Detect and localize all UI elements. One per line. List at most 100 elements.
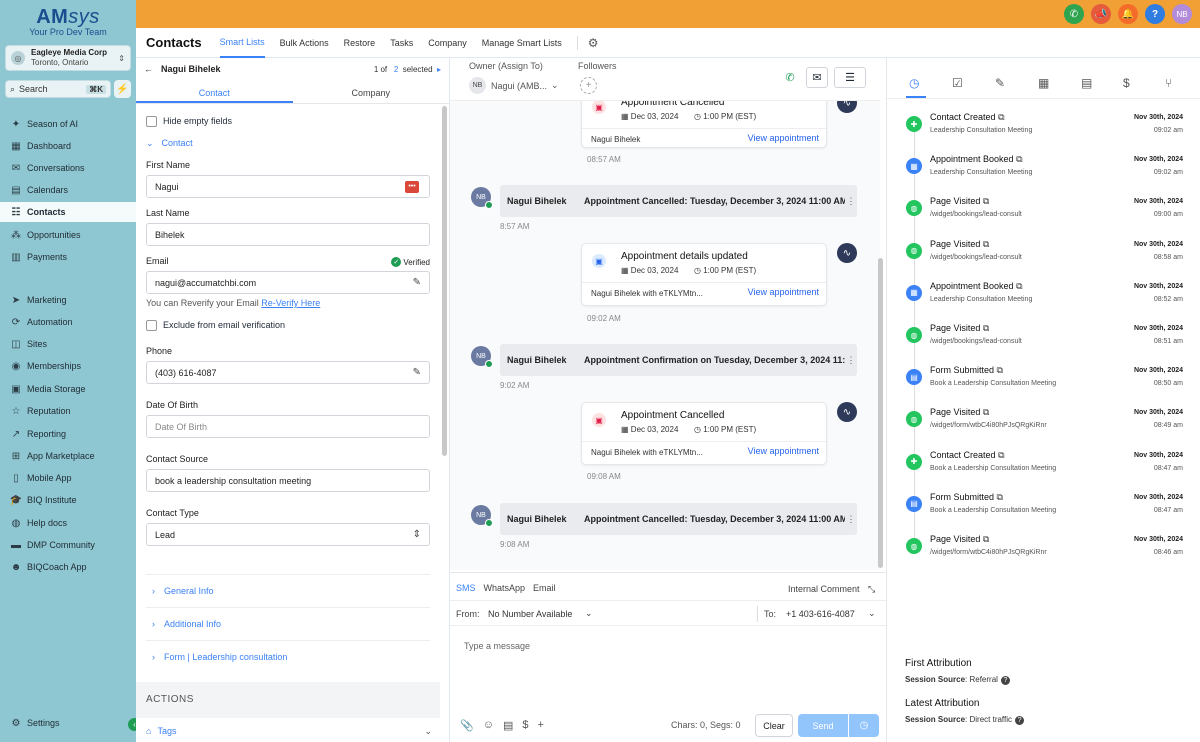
sidebar-item-conversations[interactable]: ✉ Conversations — [0, 158, 136, 178]
from-select[interactable]: No Number Available — [488, 609, 572, 619]
sidebar-item-media-storage[interactable]: ▣ Media Storage — [0, 379, 136, 399]
hide-empty-toggle[interactable]: Hide empty fields — [146, 114, 430, 128]
activity-event[interactable]: ◍ Page Visited ⧉ /widget/form/wtbC4i80hPJs… — [887, 405, 1200, 445]
pencil-icon[interactable]: ✎ — [413, 367, 421, 378]
emoji-icon[interactable]: ☺ — [483, 719, 494, 732]
phone-field[interactable]: (403) 616-4087 ✎ — [146, 361, 430, 384]
section-contact[interactable]: ⌄ Contact — [146, 136, 430, 150]
message-bubble[interactable]: Nagui Bihelek Appointment Cancelled: Tue… — [500, 503, 857, 535]
sidebar-item-payments[interactable]: ▥ Payments — [0, 247, 136, 267]
scrollbar[interactable] — [878, 258, 883, 568]
plus-icon[interactable]: + — [537, 719, 543, 732]
back-arrow-icon[interactable]: ← — [144, 64, 153, 74]
checkbox[interactable] — [146, 115, 157, 127]
view-appointment-link[interactable]: View appointment — [748, 446, 819, 456]
notes-pen-icon[interactable]: ✎ — [995, 76, 1005, 90]
activity-event[interactable]: ▦ Appointment Booked ⧉ Leadership Consulta… — [887, 279, 1200, 319]
autofill-icon[interactable]: ••• — [405, 181, 419, 193]
tab-sms[interactable]: SMS — [456, 583, 476, 593]
user-avatar[interactable]: NB — [1172, 4, 1192, 24]
first-name-field[interactable]: Nagui ••• — [146, 175, 430, 198]
message-bubble[interactable]: Nagui Bihelek Appointment Cancelled: Tue… — [500, 185, 857, 217]
scrollbar[interactable] — [442, 106, 447, 456]
message-input[interactable]: Type a message — [464, 641, 530, 651]
document-icon[interactable]: ▤ — [1081, 76, 1092, 90]
call-icon[interactable]: ✆ — [783, 67, 797, 88]
dob-field[interactable]: Date Of Birth — [146, 415, 430, 438]
section-general-info[interactable]: › General Info — [146, 574, 430, 607]
contact-source-field[interactable]: book a leadership consultation meeting — [146, 469, 430, 492]
sidebar-item-opportunities[interactable]: ⁂ Opportunities — [0, 225, 136, 245]
tab-whatsapp[interactable]: WhatsApp — [484, 583, 526, 593]
task-check-icon[interactable]: ☑ — [952, 76, 963, 90]
mail-icon[interactable]: ✉ — [806, 67, 828, 88]
activity-event[interactable]: ✚ Contact Created ⧉ Leadership Consultatio… — [887, 110, 1200, 150]
activity-event[interactable]: ◍ Page Visited ⧉ /widget/bookings/lead-con… — [887, 237, 1200, 277]
attachment-icon[interactable]: 📎 — [460, 719, 474, 732]
activity-event[interactable]: ✚ Contact Created ⧉ Book a Leadership Cons… — [887, 448, 1200, 488]
bell-icon[interactable]: 🔔 — [1118, 4, 1138, 24]
tab-company-detail[interactable]: Company — [293, 80, 450, 103]
settings-gear-icon[interactable]: ⚙ — [576, 35, 599, 50]
sidebar-item-biq-institute[interactable]: 🎓 BIQ Institute — [0, 490, 136, 510]
sidebar-item-help-docs[interactable]: ◍ Help docs — [0, 513, 136, 533]
internal-comment-tab[interactable]: Internal Comment — [788, 584, 860, 594]
tab-tasks[interactable]: Tasks — [390, 28, 413, 58]
view-appointment-link[interactable]: View appointment — [748, 133, 819, 143]
filter-icon[interactable]: ☰ — [834, 67, 866, 88]
exclude-verification-toggle[interactable]: Exclude from email verification — [146, 318, 430, 332]
account-switcher[interactable]: ◎ Eagleye Media Corp Toronto, Ontario ⇕ — [5, 45, 131, 71]
tags-section[interactable]: ⌂ Tags ⌄ — [146, 726, 432, 737]
help-icon[interactable]: ? — [1145, 4, 1165, 24]
tab-manage-smart-lists[interactable]: Manage Smart Lists — [482, 28, 562, 58]
activity-event[interactable]: ◍ Page Visited ⧉ /widget/bookings/lead-con… — [887, 194, 1200, 234]
quick-action-icon[interactable]: ⚡ — [114, 80, 131, 98]
template-icon[interactable]: ▤ — [503, 719, 513, 732]
dollar-icon[interactable]: $ — [1123, 76, 1130, 90]
schedule-clock-icon[interactable]: ◷ — [849, 714, 879, 737]
last-name-field[interactable]: Bihelek — [146, 223, 430, 246]
activity-clock-icon[interactable]: ◷ — [909, 76, 919, 90]
sidebar-item-marketing[interactable]: ➤ Marketing — [0, 290, 136, 310]
section-additional-info[interactable]: › Additional Info — [146, 607, 430, 640]
sidebar-item-reporting[interactable]: ↗ Reporting — [0, 424, 136, 444]
activity-event[interactable]: ◍ Page Visited ⧉ /widget/form/wtbC4i80hPJs… — [887, 532, 1200, 572]
sidebar-item-reputation[interactable]: ☆ Reputation — [0, 401, 136, 421]
contact-type-select[interactable]: Lead ⇕ — [146, 523, 430, 546]
activity-event[interactable]: ▤ Form Submitted ⧉ Book a Leadership Consu… — [887, 490, 1200, 530]
calendar-icon[interactable]: ▦ — [1038, 76, 1049, 90]
sidebar-item-contacts[interactable]: ☷ Contacts — [0, 202, 136, 222]
activity-event[interactable]: ▦ Appointment Booked ⧉ Leadership Consulta… — [887, 152, 1200, 192]
chevron-down-icon[interactable]: ⌄ — [868, 608, 876, 619]
workflow-icon[interactable]: ⑂ — [1165, 76, 1172, 90]
sidebar-item-memberships[interactable]: ◉ Memberships — [0, 356, 136, 376]
dollar-icon[interactable]: $ — [522, 719, 528, 732]
sidebar-item-app-marketplace[interactable]: ⊞ App Marketplace — [0, 446, 136, 466]
sidebar-item-automation[interactable]: ⟳ Automation — [0, 312, 136, 332]
owner-select[interactable]: NB Nagui (AMB... ⌄ — [469, 77, 559, 94]
megaphone-icon[interactable]: 📣 — [1091, 4, 1111, 24]
tab-company[interactable]: Company — [428, 28, 467, 58]
activity-event[interactable]: ◍ Page Visited ⧉ /widget/bookings/lead-con… — [887, 321, 1200, 361]
activity-pulse-icon[interactable]: ∿ — [837, 402, 857, 422]
tab-contact[interactable]: Contact — [136, 80, 293, 103]
tab-bulk-actions[interactable]: Bulk Actions — [280, 28, 329, 58]
activity-pulse-icon[interactable]: ∿ — [837, 101, 857, 113]
sidebar-item-season-of-ai[interactable]: ✦ Season of AI — [0, 114, 136, 134]
send-button[interactable]: Send — [798, 714, 848, 737]
sidebar-item-mobile-app[interactable]: ▯ Mobile App — [0, 468, 136, 488]
tab-restore[interactable]: Restore — [344, 28, 376, 58]
tab-email[interactable]: Email — [533, 583, 556, 593]
phone-icon[interactable]: ✆ — [1064, 4, 1084, 24]
pencil-icon[interactable]: ✎ — [413, 277, 421, 288]
section-form[interactable]: › Form | Leadership consultation — [146, 640, 430, 673]
add-follower-icon[interactable]: + — [580, 77, 597, 94]
sidebar-search[interactable]: ⌕ Search ⌘K — [5, 80, 111, 98]
sidebar-item-biqcoach-app[interactable]: ☻ BIQCoach App — [0, 557, 136, 577]
sidebar-item-settings[interactable]: ⚙ Settings — [0, 713, 136, 733]
view-appointment-link[interactable]: View appointment — [748, 287, 819, 297]
chevron-down-icon[interactable]: ⌄ — [585, 608, 593, 619]
checkbox[interactable] — [146, 319, 157, 331]
collapse-icon[interactable]: ⤡ — [868, 584, 875, 595]
email-field[interactable]: nagui@accumatchbi.com ✎ — [146, 271, 430, 294]
